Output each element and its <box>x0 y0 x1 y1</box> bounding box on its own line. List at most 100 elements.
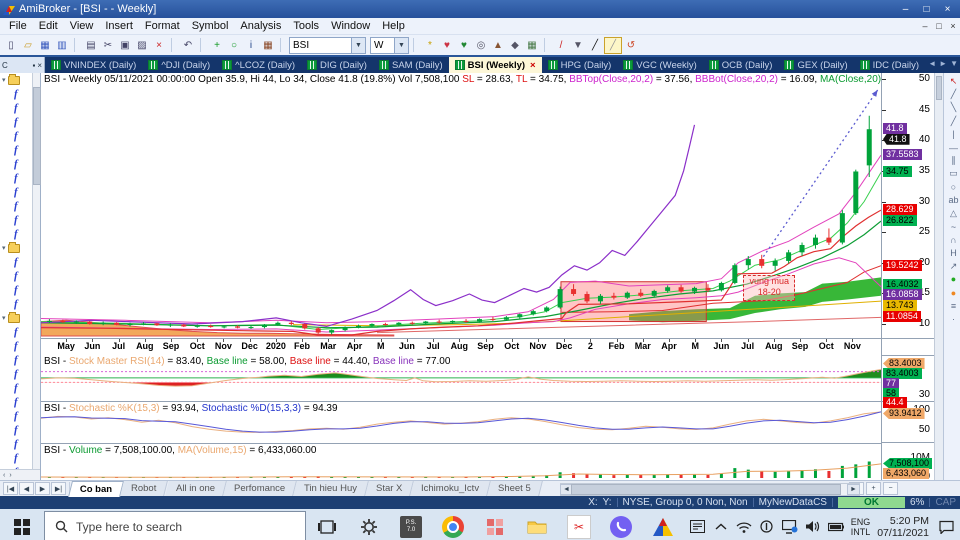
tree-formula-row[interactable]: f <box>0 129 33 143</box>
restore-button[interactable]: □ <box>918 2 935 16</box>
sheet-tab-ichimoku-ictv[interactable]: Ichimoku_Ictv <box>410 481 492 496</box>
pin-icon[interactable]: ▪ <box>32 61 35 70</box>
close-button[interactable]: × <box>939 2 956 16</box>
toolbar-icon[interactable]: ♥ <box>456 38 472 53</box>
symbol-combo[interactable]: BSI ▼ <box>289 36 366 54</box>
chrome-icon[interactable] <box>441 515 465 539</box>
menu-item-analysis[interactable]: Analysis <box>234 20 287 32</box>
tree-formula-row[interactable]: f <box>0 437 33 451</box>
toolbar-icon[interactable]: / <box>553 38 569 53</box>
toolbar-icon[interactable]: ✂ <box>100 38 116 53</box>
draw-tool-icon[interactable]: ○ <box>944 181 960 194</box>
doc-tab-vnindex[interactable]: VNINDEX (Daily) <box>45 57 142 73</box>
panel-close-icon[interactable]: × <box>37 61 42 70</box>
news-icon[interactable] <box>690 519 706 535</box>
toolbar-icon[interactable]: ♥ <box>439 38 455 53</box>
wifi-icon[interactable] <box>736 519 752 535</box>
toolbar-icon[interactable]: ○ <box>226 38 242 53</box>
tree-formula-row[interactable]: f <box>0 339 33 353</box>
tree-formula-row[interactable]: f <box>0 101 33 115</box>
sheet-nav-icon[interactable]: ▶ <box>35 482 50 495</box>
draw-tool-icon[interactable]: ╱ <box>944 88 960 101</box>
menu-item-edit[interactable]: Edit <box>33 20 64 32</box>
draw-tool-icon[interactable]: — <box>944 141 960 154</box>
toolbar-icon[interactable]: ▦ <box>37 38 53 53</box>
price-pane[interactable]: BSI - Weekly 05/11/2021 00:00:00 Open 35… <box>41 73 881 338</box>
toolbar-icon[interactable]: ◆ <box>507 38 523 53</box>
draw-tool-icon[interactable]: ↗ <box>944 260 960 273</box>
tree-folder-row[interactable]: ▾ <box>0 73 33 87</box>
chevron-down-icon[interactable]: ▼ <box>394 37 408 53</box>
amibroker-taskbar-icon[interactable] <box>651 515 675 539</box>
file-explorer-icon[interactable] <box>525 515 549 539</box>
doc-tab-ocb[interactable]: OCB (Daily) <box>703 57 779 73</box>
menu-item-view[interactable]: View <box>64 20 100 32</box>
settings-gear-icon[interactable] <box>357 515 381 539</box>
volume-pane[interactable]: BSI - Volume = 7,508,100.00, MA(Volume,1… <box>41 443 881 482</box>
amibroker-logo-icon[interactable] <box>3 4 15 15</box>
draw-tool-icon[interactable]: ab <box>944 194 960 207</box>
stochastic-pane[interactable]: BSI - Stochastic %K(15,3) = 93.94, Stoch… <box>41 401 881 443</box>
doc-tab-dig[interactable]: DIG (Daily) <box>301 57 373 73</box>
doc-tab-hpg[interactable]: HPG (Daily) <box>542 57 618 73</box>
menu-item-tools[interactable]: Tools <box>287 20 325 32</box>
toolbar-icon[interactable]: ▯ <box>3 38 19 53</box>
draw-tool-icon[interactable]: ~ <box>944 220 960 233</box>
toolbar-icon[interactable]: i <box>243 38 259 53</box>
task-view-icon[interactable] <box>315 515 339 539</box>
remote-grid-icon[interactable] <box>483 515 507 539</box>
draw-tool-icon[interactable]: | <box>944 128 960 141</box>
doc-tab-vgc[interactable]: VGC (Weekly) <box>617 57 703 73</box>
tree-formula-row[interactable]: f <box>0 157 33 171</box>
menu-item-file[interactable]: File <box>3 20 33 32</box>
toolbar-icon[interactable]: ▦ <box>524 38 540 53</box>
pane-scrollbar[interactable] <box>934 73 943 480</box>
start-button[interactable] <box>0 509 44 540</box>
tree-formula-row[interactable]: f <box>0 185 33 199</box>
chevron-up-icon[interactable] <box>713 519 729 535</box>
sidebar-scroll-arrow-icon[interactable]: › <box>9 472 11 479</box>
draw-tool-icon[interactable]: △ <box>944 207 960 220</box>
doc-tab-sam[interactable]: SAM (Daily) <box>373 57 449 73</box>
menu-item-format[interactable]: Format <box>139 20 186 32</box>
charts-panel-header[interactable]: C ▪ × <box>0 57 45 73</box>
toolbar-icon[interactable]: × <box>151 38 167 53</box>
expander-icon[interactable]: ▾ <box>2 314 6 322</box>
tab-arrow-icon[interactable]: ▼ <box>950 59 958 68</box>
tree-formula-row[interactable]: f <box>0 451 33 465</box>
tree-formula-row[interactable]: f <box>0 199 33 213</box>
sheet-tab-perfomance[interactable]: Perfomance <box>222 481 297 496</box>
doc-tab-bsi[interactable]: BSI (Weekly) × <box>448 57 542 73</box>
status-database[interactable]: MyNewDataCS <box>759 497 827 508</box>
menu-item-window[interactable]: Window <box>325 20 376 32</box>
tree-formula-row[interactable]: f <box>0 227 33 241</box>
toolbar-icon[interactable]: ↺ <box>623 38 639 53</box>
menu-item-help[interactable]: Help <box>376 20 411 32</box>
toolbar-icon[interactable]: ╱ <box>604 36 622 54</box>
mdi-minimize-icon[interactable]: ‒ <box>918 21 932 31</box>
tree-formula-row[interactable]: f <box>0 297 33 311</box>
tree-formula-row[interactable]: f <box>0 367 33 381</box>
draw-tool-icon[interactable]: H <box>944 246 960 259</box>
doc-tab-gex[interactable]: GEX (Daily) <box>778 57 853 73</box>
sheet-tab-co-ban[interactable]: Co ban <box>68 481 125 497</box>
tree-formula-row[interactable]: f <box>0 381 33 395</box>
tree-formula-row[interactable]: f <box>0 87 33 101</box>
toolbar-icon[interactable]: ◎ <box>473 38 489 53</box>
tree-formula-row[interactable]: f <box>0 171 33 185</box>
tab-close-icon[interactable]: × <box>530 60 536 71</box>
toolbar-icon[interactable]: ↶ <box>180 38 196 53</box>
draw-tool-icon[interactable]: · <box>944 312 960 325</box>
sheet-tab-tin-hieu-huy[interactable]: Tin hieu Huy <box>293 481 369 496</box>
tree-formula-row[interactable]: f <box>0 213 33 227</box>
sidebar-horizontal-scroll[interactable]: ‹ › <box>0 469 40 480</box>
toolbar-icon[interactable]: ▦ <box>260 38 276 53</box>
tree-formula-row[interactable]: f <box>0 283 33 297</box>
sheet-option-icon[interactable]: − <box>883 482 898 495</box>
draw-tool-icon[interactable]: ∩ <box>944 233 960 246</box>
sheet-tab-sheet-5[interactable]: Sheet 5 <box>487 481 543 496</box>
sheet-tab-star-x[interactable]: Star X <box>365 481 415 496</box>
sheet-nav-buttons[interactable]: |◀ ◀ ▶ ▶| <box>0 482 70 495</box>
draw-tool-icon[interactable]: ● <box>944 286 960 299</box>
tab-scroll-arrows[interactable]: ◄ ► ▼ <box>928 59 958 68</box>
